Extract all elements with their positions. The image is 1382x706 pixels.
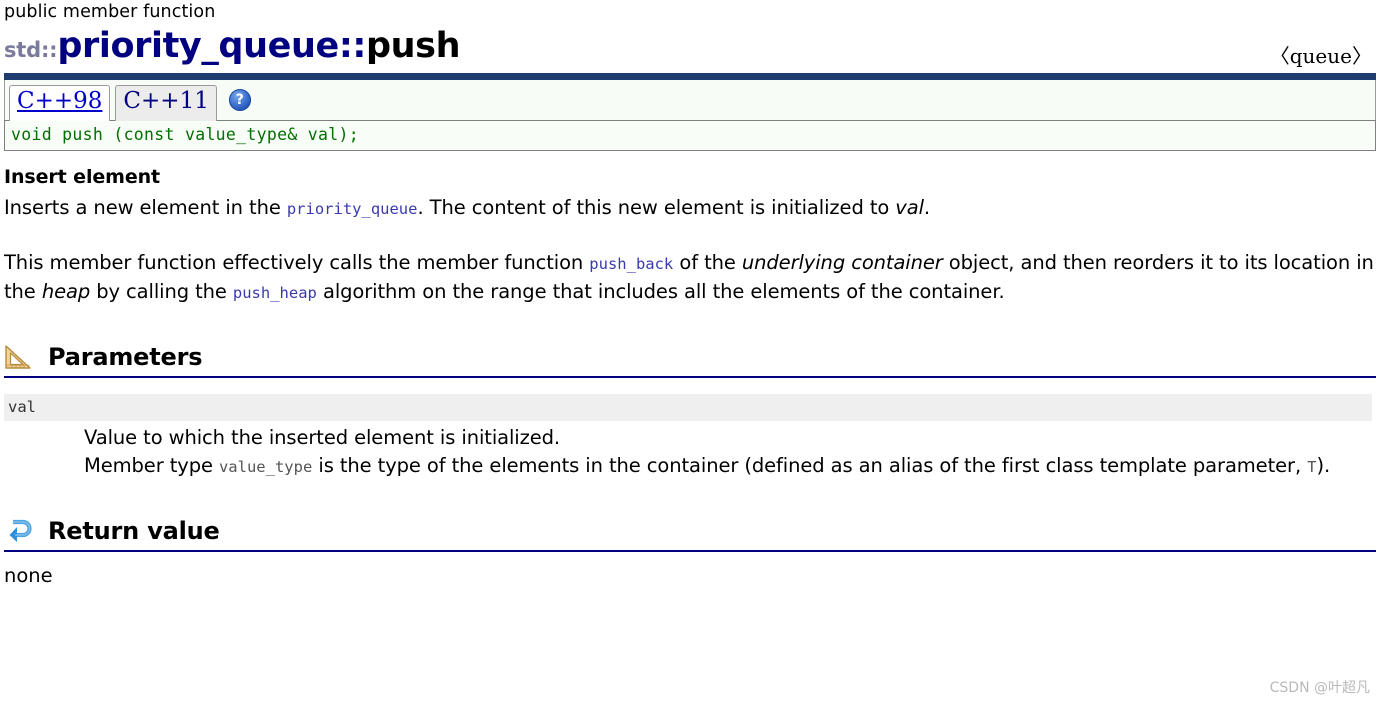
param-description-val: Value to which the inserted element is i… xyxy=(4,421,1376,481)
summary-heading: Insert element xyxy=(4,166,161,188)
param-desc2-text-3: ). xyxy=(1316,454,1331,477)
function-signature: void push (const value_type& val); xyxy=(11,125,359,144)
param-desc2-text-2: is the type of the elements in the conta… xyxy=(312,454,1308,477)
parameters-table: val Value to which the inserted element … xyxy=(4,394,1376,481)
para2-text-5: algorithm on the range that includes all… xyxy=(316,280,1005,303)
help-question-icon[interactable]: ? xyxy=(228,89,251,111)
page-header: public member function std::priority_que… xyxy=(4,0,1376,80)
para2-emphasis-heap: heap xyxy=(41,280,91,303)
return-value-text: none xyxy=(4,564,53,587)
para2-emphasis-underlying-container: underlying container xyxy=(741,251,943,274)
return-arrow-icon xyxy=(9,519,32,542)
summary-paragraph-2: This member function effectively calls t… xyxy=(4,249,1376,307)
para1-text-2: . The content of this new element is ini… xyxy=(417,196,896,219)
para1-text-1: Inserts a new element in the xyxy=(4,196,287,219)
title-scope-separator: :: xyxy=(338,26,367,66)
function-prototype-block: void push (const value_type& val); xyxy=(4,120,1376,151)
title-function: push xyxy=(366,26,461,66)
parameters-section: Parameters val Value to which the insert… xyxy=(4,341,1376,481)
return-value-section: Return value none xyxy=(4,515,1376,590)
summary-paragraph-1: Inserts a new element in the priority_qu… xyxy=(4,194,1376,223)
link-priority-queue[interactable]: priority_queue xyxy=(287,200,418,218)
parameters-title: Parameters xyxy=(48,343,203,371)
param-desc2-text-1: Member type xyxy=(84,454,219,477)
param-desc-line-2: Member type value_type is the type of th… xyxy=(84,452,1376,481)
tab-cpp98[interactable]: C++98 xyxy=(9,85,111,121)
standard-version-tabs: C++98 C++11 ? xyxy=(4,80,1376,121)
code-value-type: value_type xyxy=(218,458,313,476)
return-value-section-header: Return value xyxy=(4,515,1376,552)
para1-text-3: . xyxy=(923,196,931,219)
csdn-watermark: CSDN @叶超凡 xyxy=(1269,680,1370,696)
page-title: std::priority_queue::push xyxy=(4,24,461,72)
title-class: priority_queue xyxy=(57,26,339,66)
tab-cpp11[interactable]: C++11 xyxy=(115,85,217,121)
param-name-val: val xyxy=(4,394,1372,421)
para1-emphasis-val: val xyxy=(895,196,924,219)
parameters-section-header: Parameters xyxy=(4,341,1376,378)
header-divider xyxy=(4,73,1376,80)
include-header-label: 〈queue〉 xyxy=(1269,44,1372,68)
documentation-page: public member function std::priority_que… xyxy=(0,0,1382,590)
title-namespace: std:: xyxy=(4,38,58,62)
ruler-triangle-icon xyxy=(5,345,31,369)
param-desc-line-1: Value to which the inserted element is i… xyxy=(84,426,561,449)
para2-text-1: This member function effectively calls t… xyxy=(4,251,590,274)
link-push-heap[interactable]: push_heap xyxy=(233,284,317,302)
para2-text-4: by calling the xyxy=(90,280,233,303)
para2-text-2: of the xyxy=(673,251,742,274)
return-value-title: Return value xyxy=(48,517,220,545)
link-push-back[interactable]: push_back xyxy=(589,255,673,273)
title-row: std::priority_queue::push 〈queue〉 xyxy=(4,24,1376,68)
function-kind-label: public member function xyxy=(4,2,216,22)
